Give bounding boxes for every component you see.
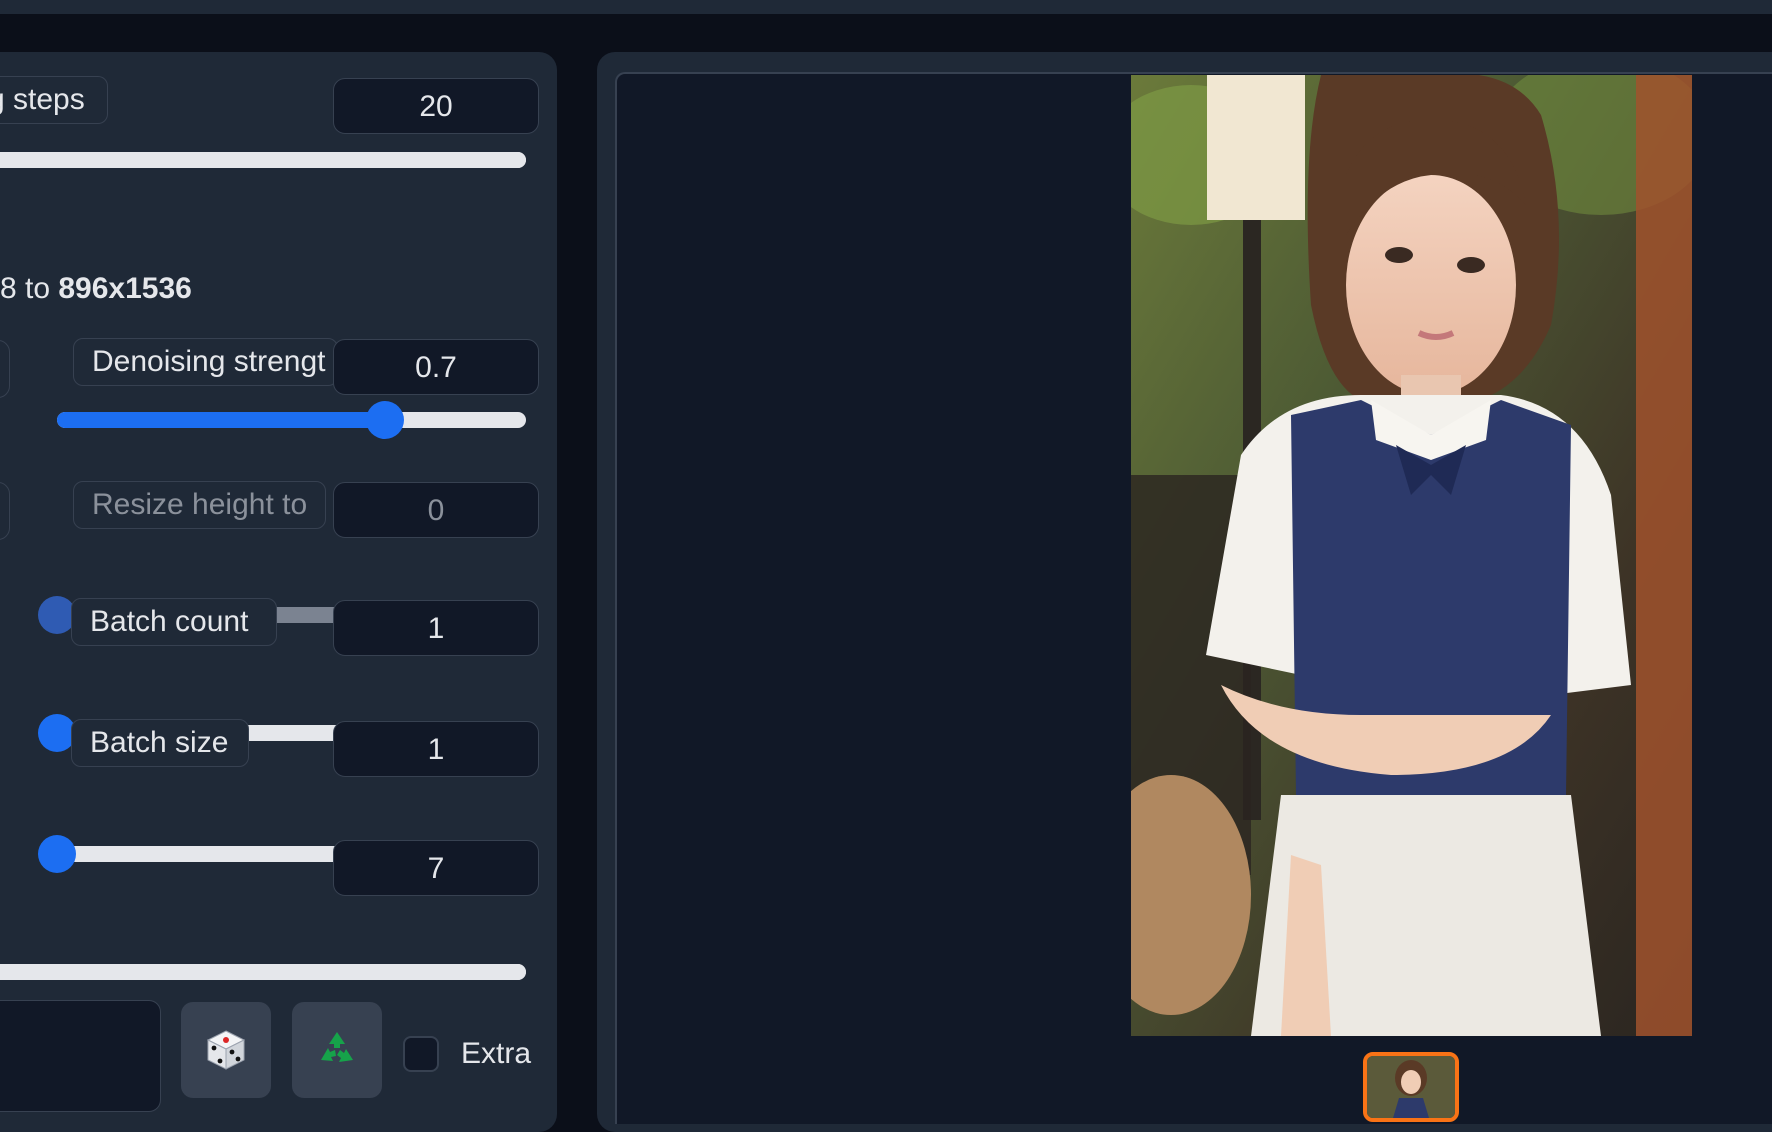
gallery-thumbnail-selected[interactable] (1363, 1052, 1459, 1122)
sampling-steps-input[interactable]: 20 (333, 78, 539, 134)
recycle-icon (321, 1032, 353, 1062)
portrait-image (1131, 75, 1692, 1036)
sampling-steps-slider[interactable] (0, 152, 526, 168)
batch-size-input[interactable]: 1 (333, 721, 539, 777)
cfg-scale-fill (0, 964, 526, 980)
denoising-strength-fill (57, 412, 386, 428)
generated-image[interactable] (1131, 75, 1692, 1036)
seed-input[interactable] (0, 1000, 161, 1112)
top-bar (0, 0, 1772, 14)
resize-height-label: Resize height to (73, 481, 326, 529)
resize-height-input: 0 (333, 482, 539, 538)
denoising-strength-handle[interactable] (366, 401, 405, 439)
extra-label: Extra (461, 1037, 532, 1070)
resize-summary-size: 896x1536 (58, 272, 192, 305)
random-seed-button[interactable] (181, 1002, 271, 1098)
denoising-strength-label: Denoising strengt (73, 338, 338, 386)
settings-panel: g steps 20 8 to 896x1536 Denoising stren… (0, 52, 557, 1132)
sampling-steps-label: g steps (0, 76, 108, 124)
denoising-strength-slider[interactable] (57, 401, 526, 439)
reuse-seed-button[interactable] (292, 1002, 382, 1098)
cfg-scale-slider[interactable] (0, 964, 526, 980)
resize-summary: 8 to 896x1536 (0, 272, 192, 306)
partial-box-1 (0, 340, 10, 398)
extra-checkbox[interactable] (403, 1036, 439, 1072)
dice-icon (206, 1030, 246, 1070)
batch-count-label: Batch count (71, 598, 277, 646)
batch-size-label: Batch size (71, 719, 249, 767)
thumbnail-image (1367, 1056, 1455, 1118)
batch-size-handle[interactable] (38, 835, 76, 873)
resize-summary-prefix: 8 to (0, 272, 59, 305)
batch-count-input[interactable]: 1 (333, 600, 539, 656)
cfg-scale-input[interactable]: 7 (333, 840, 539, 896)
partial-box-2 (0, 482, 10, 540)
sampling-steps-fill (0, 152, 526, 168)
denoising-strength-input[interactable]: 0.7 (333, 339, 539, 395)
